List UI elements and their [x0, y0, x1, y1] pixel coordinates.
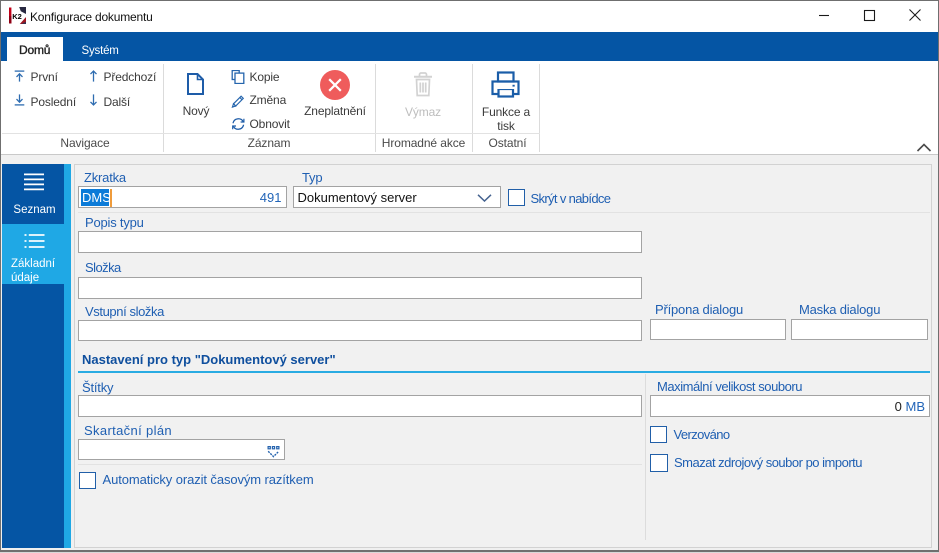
svg-text:K2: K2 — [12, 12, 22, 21]
